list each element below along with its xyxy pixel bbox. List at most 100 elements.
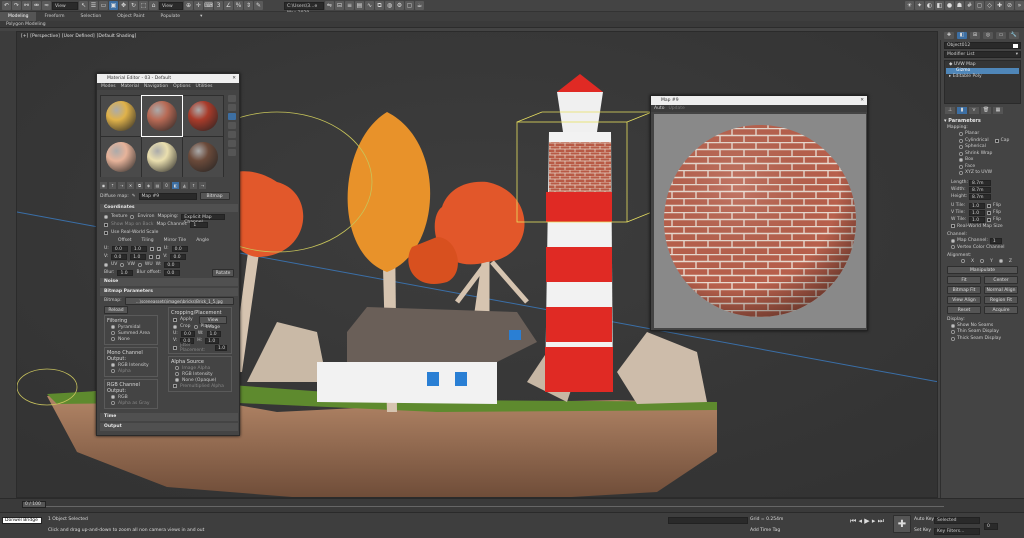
environment-icon[interactable]: ◐: [925, 1, 934, 10]
tiling-v-field[interactable]: 1.0: [130, 253, 147, 260]
normal-align-button[interactable]: Normal Align: [984, 285, 1018, 294]
thick-seam-display[interactable]: Thick Seam Display: [951, 336, 1006, 343]
wu-radio[interactable]: [137, 262, 142, 267]
v-tile-spinner[interactable]: 1.0: [969, 209, 985, 216]
angle-w-field[interactable]: 0.0: [164, 261, 181, 268]
alpha-gray-radio[interactable]: [111, 401, 115, 405]
lock-icon[interactable]: ⊘: [1005, 1, 1014, 10]
rgb-intensity-radio[interactable]: [111, 363, 115, 367]
show-map-back-checkbox[interactable]: [104, 222, 108, 227]
uv-tiling-icon[interactable]: [228, 122, 236, 129]
mirror-u-checkbox[interactable]: [149, 246, 154, 251]
render-icon[interactable]: ☕: [415, 1, 424, 10]
time-rollout[interactable]: Time: [100, 413, 238, 421]
sample-slot-selected[interactable]: [141, 95, 183, 137]
object-color-swatch[interactable]: [1013, 44, 1018, 48]
object-name-field[interactable]: Object012: [944, 42, 1021, 49]
apply-checkbox[interactable]: [173, 317, 177, 322]
sphere-icon[interactable]: ●: [945, 1, 954, 10]
uv-radio[interactable]: [104, 262, 108, 267]
snapshot-icon[interactable]: ◻: [975, 1, 984, 10]
environ-radio[interactable]: [130, 214, 135, 219]
offset-v-field[interactable]: 0.0: [111, 253, 128, 260]
view-align-button[interactable]: View Align: [947, 295, 981, 304]
vertex-color-radio[interactable]: [951, 245, 955, 249]
sample-slot[interactable]: [183, 137, 223, 177]
spinner-snap-icon[interactable]: ⇕: [244, 1, 253, 10]
hierarchy-tab-icon[interactable]: ⊞: [970, 32, 980, 39]
tab-populate[interactable]: Populate: [153, 12, 189, 21]
make-unique-icon[interactable]: ⋎: [969, 107, 979, 114]
map-type-button[interactable]: Bitmap: [199, 192, 230, 200]
view-image-button[interactable]: View Image: [199, 315, 227, 330]
cap-checkbox[interactable]: [994, 138, 999, 143]
material-editor[interactable]: Material Editor - 03 - Default ✕ Modes M…: [96, 73, 240, 436]
map-name-field[interactable]: Map #9: [138, 192, 197, 200]
manipulate-button[interactable]: Manipulate: [947, 265, 1018, 274]
tab-freeform[interactable]: Freeform: [36, 12, 72, 21]
u-tile-spinner[interactable]: 1.0: [969, 202, 985, 209]
sun-icon[interactable]: ☀: [905, 1, 914, 10]
select-manipulate-icon[interactable]: ✛: [194, 1, 203, 10]
viewport-label[interactable]: [+] [Perspective] [User Defined] [Default S…: [21, 34, 138, 39]
sample-type-icon[interactable]: [228, 95, 236, 102]
ref-coord-dropdown[interactable]: View: [159, 1, 183, 10]
menu-material[interactable]: Material: [121, 83, 139, 90]
ribbon-panel[interactable]: Polygon Modeling: [0, 21, 1024, 28]
crop-radio[interactable]: [173, 324, 177, 329]
axis-z-radio[interactable]: [998, 259, 1003, 263]
length-spinner[interactable]: 8.7m: [969, 179, 991, 186]
sample-slot[interactable]: [142, 137, 182, 177]
reset-map-icon[interactable]: ✕: [127, 181, 134, 189]
snap-icon[interactable]: 3: [214, 1, 223, 10]
real-world-checkbox[interactable]: [951, 224, 955, 228]
scene-explorer-icon[interactable]: ▤: [355, 1, 364, 10]
jitter-field[interactable]: 1.0: [215, 344, 227, 351]
go-sibling-icon[interactable]: →: [199, 181, 206, 189]
current-frame-field[interactable]: 0: [984, 523, 998, 530]
rendered-frame-icon[interactable]: ▢: [405, 1, 414, 10]
ribbon-options-icon[interactable]: ▾: [192, 12, 210, 21]
auto-checkbox[interactable]: Auto: [654, 105, 664, 112]
go-to-parent-icon[interactable]: ↑: [190, 181, 197, 189]
none-opaque-radio[interactable]: [175, 378, 179, 382]
select-by-name-icon[interactable]: ☰: [89, 1, 98, 10]
reset-button[interactable]: Reset: [947, 305, 981, 314]
map-channel-spinner[interactable]: 1: [190, 221, 209, 228]
key-mode-dropdown[interactable]: Selected: [934, 517, 980, 524]
time-slider[interactable]: 0 / 100: [22, 501, 46, 508]
rotate-icon[interactable]: ↻: [129, 1, 138, 10]
rgb-intensity2-radio[interactable]: [175, 372, 179, 376]
modify-tab-icon[interactable]: ◧: [957, 32, 967, 39]
material-editor-titlebar[interactable]: Material Editor - 03 - Default ✕: [97, 74, 239, 83]
coordinate-fields[interactable]: [668, 517, 748, 524]
selection-filter[interactable]: View: [52, 1, 78, 10]
add-time-tag[interactable]: Add Time Tag: [750, 528, 780, 533]
rect-selection-icon[interactable]: ▭: [99, 1, 108, 10]
update-button[interactable]: Update: [668, 105, 684, 112]
jitter-checkbox[interactable]: [173, 345, 177, 350]
cube-icon[interactable]: ◧: [935, 1, 944, 10]
place-icon[interactable]: ⌂: [149, 1, 158, 10]
scale-icon[interactable]: ⬚: [139, 1, 148, 10]
video-color-icon[interactable]: [228, 131, 236, 138]
mapping-xyz-to-uvw[interactable]: XYZ to UVW: [959, 170, 1006, 177]
layer-icon[interactable]: ≡: [345, 1, 354, 10]
bitmap-path-button[interactable]: ...\sceneassets\images\bricks\Brick_1_5.…: [124, 296, 234, 305]
map-channel-radio[interactable]: [951, 238, 955, 243]
blur-offset-field[interactable]: 0.0: [164, 269, 181, 276]
sample-slot[interactable]: [101, 96, 141, 136]
viewport-menu-plus[interactable]: [+]: [21, 34, 28, 39]
u-flip-checkbox[interactable]: [987, 203, 991, 208]
blur-field[interactable]: 1.0: [117, 269, 134, 276]
more-icon[interactable]: »: [1015, 1, 1024, 10]
select-icon[interactable]: ↖: [79, 1, 88, 10]
bitmap-parameters-rollout[interactable]: Bitmap Parameters: [100, 288, 238, 296]
show-shaded-icon[interactable]: ◧: [172, 181, 179, 189]
named-selection-icon[interactable]: ✎: [254, 1, 263, 10]
options-icon[interactable]: [228, 149, 236, 156]
crop-w-field[interactable]: 1.0: [206, 330, 221, 337]
center-button[interactable]: Center: [984, 275, 1018, 284]
angle-u-field[interactable]: 0.0: [171, 245, 188, 252]
light-icon[interactable]: ✦: [915, 1, 924, 10]
